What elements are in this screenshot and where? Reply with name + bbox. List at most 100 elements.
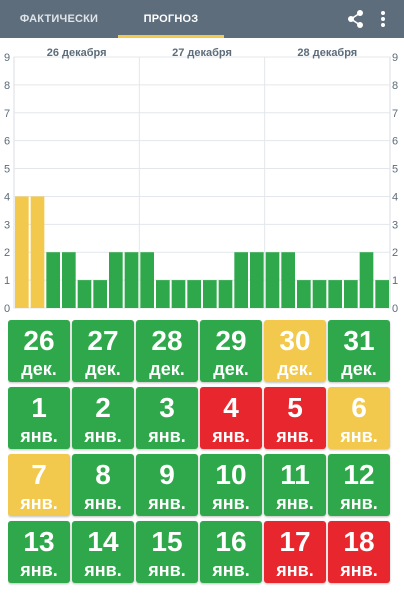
app-bar: ФАКТИЧЕСКИ ПРОГНОЗ	[0, 0, 404, 38]
y-tick-label-left: 7	[4, 108, 10, 120]
day-tile[interactable]: 26 дек.	[8, 320, 70, 382]
day-tile[interactable]: 10 янв.	[200, 454, 262, 516]
tab-forecast[interactable]: ПРОГНОЗ	[118, 0, 224, 38]
chart-bar	[375, 280, 389, 308]
chart-bar	[156, 280, 170, 308]
y-tick-label-right: 9	[392, 52, 398, 64]
day-tile[interactable]: 16 янв.	[200, 521, 262, 583]
day-tile[interactable]: 13 янв.	[8, 521, 70, 583]
day-label: 26 декабря	[47, 47, 107, 59]
day-tile[interactable]: 30 дек.	[264, 320, 326, 382]
day-month: янв.	[212, 560, 250, 580]
day-month: дек.	[149, 359, 185, 379]
chart-bar	[344, 280, 358, 308]
chart-bar	[124, 252, 139, 308]
day-month: янв.	[340, 560, 378, 580]
chart-bar	[62, 252, 76, 308]
day-month: янв.	[340, 493, 378, 513]
day-tile[interactable]: 29 дек.	[200, 320, 262, 382]
day-number: 1	[31, 392, 47, 423]
day-month: янв.	[212, 493, 250, 513]
chart-bar	[187, 280, 201, 308]
day-tile[interactable]: 14 янв.	[72, 521, 134, 583]
chart-bar	[218, 280, 233, 308]
chart-bar	[312, 280, 327, 308]
y-tick-label-right: 2	[392, 247, 398, 259]
chart-bar	[250, 252, 264, 308]
day-month: янв.	[276, 426, 314, 446]
day-number: 13	[23, 526, 55, 557]
y-tick-label-left: 5	[4, 164, 10, 176]
day-month: дек.	[21, 359, 57, 379]
day-number: 14	[87, 526, 119, 557]
day-number: 5	[287, 392, 303, 423]
day-label: 28 декабря	[297, 47, 357, 59]
day-number: 31	[343, 325, 375, 356]
day-month: янв.	[212, 426, 250, 446]
day-month: дек.	[341, 359, 377, 379]
day-tile[interactable]: 27 дек.	[72, 320, 134, 382]
y-tick-label-left: 1	[4, 275, 10, 287]
y-tick-label-left: 3	[4, 219, 10, 231]
share-button[interactable]	[343, 6, 369, 32]
day-tile[interactable]: 2 янв.	[72, 387, 134, 449]
day-tile[interactable]: 7 янв.	[8, 454, 70, 516]
day-tile[interactable]: 28 дек.	[136, 320, 198, 382]
day-tile[interactable]: 5 янв.	[264, 387, 326, 449]
chart-bar	[109, 252, 123, 308]
y-tick-label-right: 7	[392, 108, 398, 120]
day-tile[interactable]: 12 янв.	[328, 454, 390, 516]
day-tile[interactable]: 8 янв.	[72, 454, 134, 516]
day-tile[interactable]: 18 янв.	[328, 521, 390, 583]
y-tick-label-left: 9	[4, 52, 10, 64]
day-tile[interactable]: 4 янв.	[200, 387, 262, 449]
chart-bar	[93, 280, 107, 308]
chart-bar	[328, 280, 342, 308]
day-number: 26	[23, 325, 55, 356]
tab-facts[interactable]: ФАКТИЧЕСКИ	[0, 0, 118, 38]
day-number: 15	[151, 526, 183, 557]
day-tile[interactable]: 6 янв.	[328, 387, 390, 449]
day-tile[interactable]: 15 янв.	[136, 521, 198, 583]
chart-bar	[281, 252, 295, 308]
day-number: 3	[159, 392, 175, 423]
day-number: 28	[151, 325, 183, 356]
y-tick-label-right: 5	[392, 164, 398, 176]
day-grid: 26 дек. 27 дек. 28 дек. 29 дек. 30 дек. 31 дек. 1 янв…	[8, 320, 394, 600]
day-month: дек.	[85, 359, 121, 379]
day-tile[interactable]: 1 янв.	[8, 387, 70, 449]
day-tile[interactable]: 17 янв.	[264, 521, 326, 583]
day-tile[interactable]: 3 янв.	[136, 387, 198, 449]
forecast-chart: 0 0 1 1 2 2 3 3 4 4 5 5 6 6 7 7 8 8 9 9 26 декабря 27 декабря…	[0, 38, 404, 314]
y-tick-label-left: 2	[4, 247, 10, 259]
chart-bar	[46, 252, 60, 308]
y-tick-label-right: 8	[392, 80, 398, 92]
day-tile[interactable]: 9 янв.	[136, 454, 198, 516]
day-month: янв.	[84, 493, 122, 513]
day-month: дек.	[277, 359, 313, 379]
day-number: 2	[95, 392, 111, 423]
day-tile[interactable]: 31 дек.	[328, 320, 390, 382]
more-vert-icon	[381, 11, 385, 27]
share-icon	[348, 10, 363, 28]
chart-bar	[234, 252, 248, 308]
day-number: 12	[343, 459, 375, 490]
day-tile[interactable]: 11 янв.	[264, 454, 326, 516]
day-month: дек.	[213, 359, 249, 379]
day-month: янв.	[276, 493, 314, 513]
day-month: янв.	[148, 493, 186, 513]
chart-bar	[140, 252, 154, 308]
chart-bar	[359, 252, 374, 308]
day-number: 11	[280, 459, 310, 490]
day-number: 10	[215, 459, 247, 490]
y-tick-label-left: 6	[4, 136, 10, 148]
y-tick-label-right: 3	[392, 219, 398, 231]
y-tick-label-left: 0	[4, 303, 10, 314]
y-tick-label-right: 0	[392, 303, 398, 314]
chart-bar	[30, 196, 45, 308]
chart-bar	[15, 196, 29, 308]
day-month: янв.	[20, 560, 58, 580]
y-tick-label-right: 6	[392, 136, 398, 148]
y-tick-label-right: 4	[392, 191, 398, 203]
more-menu-button[interactable]	[373, 6, 393, 32]
